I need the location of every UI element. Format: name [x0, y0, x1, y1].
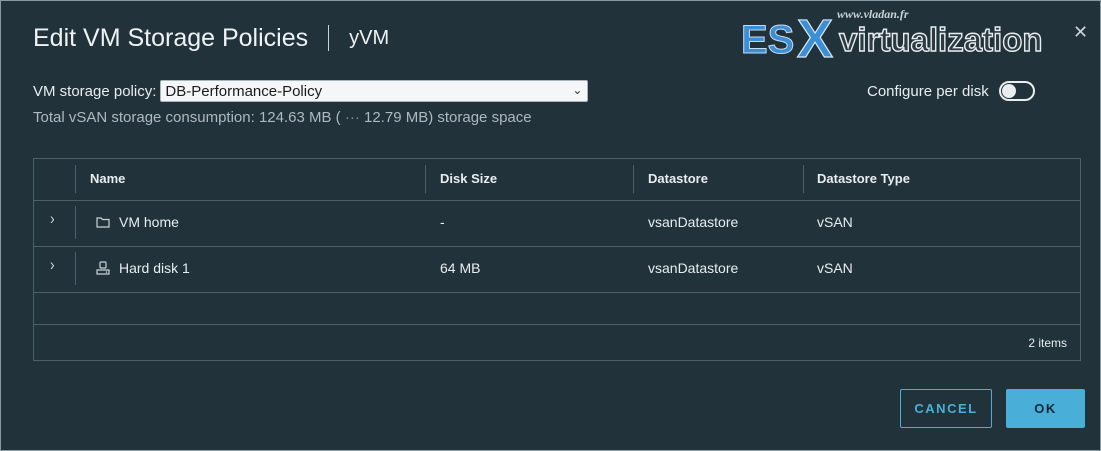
- column-divider: [803, 165, 804, 193]
- watermark-url: www.vladan.fr: [837, 7, 909, 21]
- chevron-down-icon: ⌄: [572, 83, 583, 97]
- column-divider: [75, 252, 76, 285]
- selected-policy: DB-Performance-Policy: [165, 82, 323, 100]
- consumption-loading-dots: ···: [344, 109, 360, 126]
- chevron-right-icon[interactable]: ›: [50, 208, 55, 227]
- column-divider: [75, 206, 76, 239]
- chevron-right-icon[interactable]: ›: [50, 254, 55, 273]
- watermark-es: ES: [741, 18, 794, 62]
- configure-per-disk: Configure per disk: [867, 81, 1035, 101]
- cell-datastore: vsanDatastore: [648, 214, 739, 230]
- cell-datastore-type: vSAN: [817, 214, 853, 230]
- per-disk-toggle[interactable]: [998, 81, 1035, 101]
- table-row[interactable]: › Hard disk 1 64 MB vsanDatastore vSAN: [34, 246, 1080, 293]
- folder-icon: [96, 217, 110, 228]
- row-name-text: VM home: [119, 214, 179, 230]
- column-divider: [75, 165, 76, 193]
- per-disk-label: Configure per disk: [867, 82, 989, 100]
- storage-policy-select[interactable]: DB-Performance-Policy ⌄: [160, 80, 589, 102]
- edit-storage-policies-dialog: Edit VM Storage Policies yVM www.vladan.…: [0, 0, 1101, 451]
- storage-consumption-text: Total vSAN storage consumption: 124.63 M…: [33, 109, 532, 126]
- consumption-suffix: 12.79 MB) storage space: [364, 109, 532, 126]
- ok-button[interactable]: OK: [1006, 389, 1085, 428]
- hard-disk-icon: [96, 261, 110, 275]
- consumption-prefix: Total vSAN storage consumption: 124.63 M…: [33, 109, 341, 126]
- cell-datastore-type: vSAN: [817, 260, 853, 276]
- esx-virtualization-logo: www.vladan.fr ES X virtualization: [741, 7, 1044, 65]
- column-header-datastore[interactable]: Datastore: [648, 171, 708, 186]
- column-divider: [425, 165, 426, 193]
- column-header-name[interactable]: Name: [90, 171, 125, 186]
- vm-name: yVM: [349, 26, 390, 49]
- disk-datagrid: Name Disk Size Datastore Datastore Type …: [33, 158, 1081, 361]
- cell-disk-size: 64 MB: [440, 260, 481, 276]
- cell-disk-size: -: [440, 214, 445, 230]
- column-header-disk-size[interactable]: Disk Size: [440, 171, 497, 186]
- empty-row: [34, 293, 1080, 325]
- title-divider: [328, 25, 330, 51]
- cell-name: Hard disk 1: [96, 260, 190, 276]
- row-name-text: Hard disk 1: [119, 260, 190, 276]
- column-header-datastore-type[interactable]: Datastore Type: [817, 171, 910, 186]
- dialog-header: Edit VM Storage Policies yVM: [33, 21, 389, 55]
- column-divider: [633, 165, 634, 193]
- datagrid-header: Name Disk Size Datastore Datastore Type: [34, 159, 1080, 201]
- watermark-x: X: [797, 9, 833, 65]
- watermark-virtualization: virtualization: [839, 21, 1043, 58]
- cell-datastore: vsanDatastore: [648, 260, 739, 276]
- cell-name: VM home: [96, 214, 179, 230]
- table-row[interactable]: › VM home - vsanDatastore vSAN: [34, 200, 1080, 247]
- cancel-button[interactable]: CANCEL: [900, 389, 992, 428]
- close-icon[interactable]: ✕: [1073, 23, 1088, 41]
- policy-label: VM storage policy:: [33, 82, 157, 100]
- policy-row: VM storage policy: DB-Performance-Policy…: [33, 80, 589, 102]
- dialog-title: Edit VM Storage Policies: [33, 23, 309, 52]
- toggle-knob: [1001, 84, 1016, 98]
- item-count: 2 items: [1028, 336, 1067, 350]
